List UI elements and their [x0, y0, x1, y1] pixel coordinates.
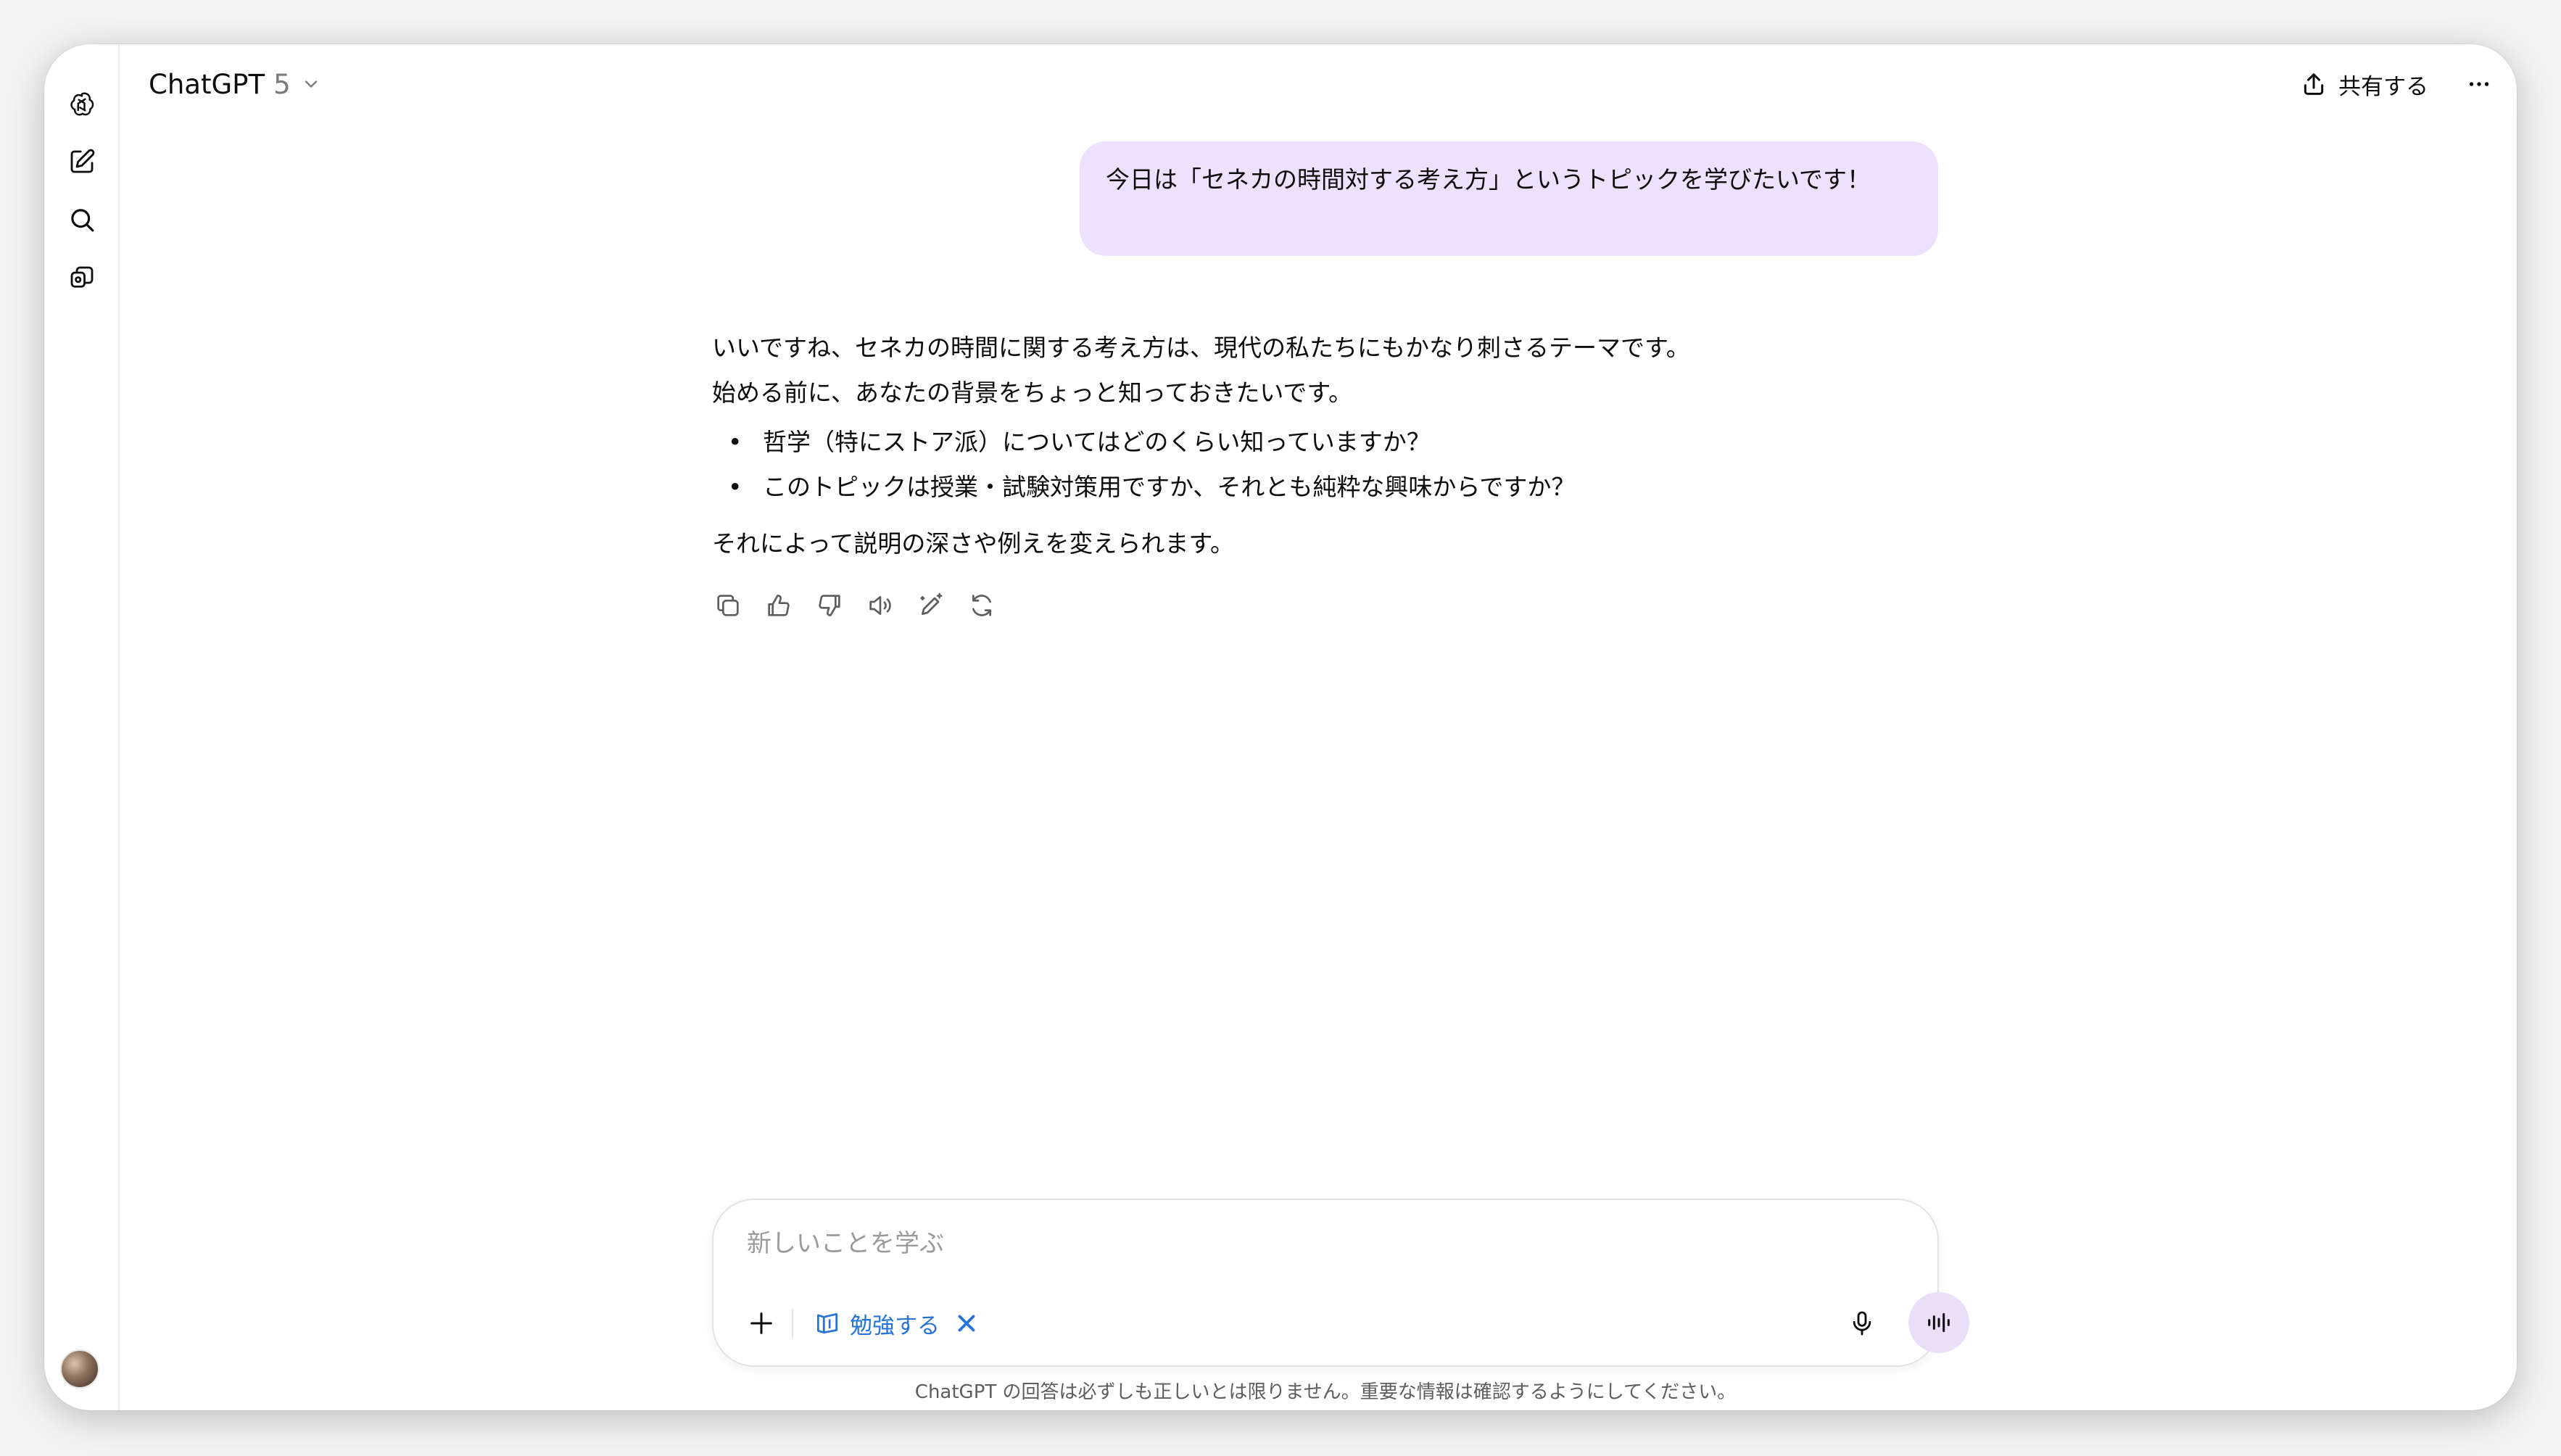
add-attachment-button[interactable] [741, 1303, 782, 1344]
library-icon[interactable] [63, 259, 101, 297]
app-window: ChatGPT 5 共有する 今日は「セネカの時間対する考え方」というトピックを… [44, 44, 2517, 1410]
message-actions [712, 590, 998, 621]
thumbs-up-button[interactable] [763, 590, 795, 621]
sidebar [44, 44, 120, 1410]
user-message: 今日は「セネカの時間対する考え方」というトピックを学びたいです！ [1080, 141, 1938, 256]
search-icon[interactable] [63, 201, 101, 239]
study-chip-close-button[interactable] [953, 1310, 980, 1337]
assistant-message: いいですね、セネカの時間に関する考え方は、現代の私たちにもかなり刺さるテーマです… [712, 326, 1872, 566]
copy-button[interactable] [712, 590, 744, 621]
avatar[interactable] [60, 1349, 99, 1389]
model-selector[interactable]: ChatGPT 5 [149, 62, 321, 107]
assistant-paragraph: 始める前に、あなたの背景をちょっと知っておきたいです。 [712, 379, 1353, 407]
read-aloud-button[interactable] [864, 590, 896, 621]
close-icon [958, 1315, 975, 1332]
disclaimer-text: ChatGPT の回答は必ずしも正しいとは限りません。重要な情報は確認するように… [914, 1381, 1737, 1403]
message-input[interactable]: 新しいことを学ぶ [747, 1223, 944, 1259]
share-label: 共有する [2338, 73, 2428, 100]
message-composer: 新しいことを学ぶ 勉強する [712, 1199, 1969, 1367]
openai-logo-icon[interactable] [63, 86, 101, 124]
regenerate-icon [972, 595, 991, 616]
share-icon [2304, 73, 2324, 95]
list-item: 哲学（特にストア派）についてはどのくらい知っていますか？ [712, 420, 1872, 465]
regenerate-button[interactable] [966, 590, 998, 621]
read-aloud-icon [869, 596, 891, 615]
chevron-down-icon [305, 80, 317, 88]
thumbs-down-icon [819, 595, 840, 616]
assistant-paragraph: それによって説明の深さや例えを変えられます。 [712, 529, 1235, 558]
app-title: ChatGPT [149, 68, 265, 100]
assistant-paragraph: いいですね、セネカの時間に関する考え方は、現代の私たちにもかなり刺さるテーマです… [712, 334, 1690, 362]
more-horizontal-icon [2469, 82, 2489, 86]
composer-divider [792, 1309, 793, 1338]
list-item: このトピックは授業・試験対策用ですか、それとも純粋な興味からですか？ [712, 465, 1872, 510]
copy-icon [717, 595, 739, 616]
more-options-button[interactable] [2463, 68, 2495, 100]
study-chip-label: 勉強する [850, 1312, 940, 1339]
model-version: 5 [273, 68, 291, 100]
new-chat-icon[interactable] [63, 143, 101, 181]
thumbs-down-button[interactable] [814, 590, 845, 621]
study-mode-chip[interactable]: 勉強する [814, 1304, 980, 1342]
waveform-icon [1928, 1312, 1950, 1333]
user-message-text: 今日は「セネカの時間対する考え方」というトピックを学びたいです！ [1106, 165, 1871, 194]
voice-mode-button[interactable] [1908, 1292, 1969, 1353]
assistant-bullet-list: 哲学（特にストア派）についてはどのくらい知っていますか？ このトピックは授業・試… [712, 420, 1872, 510]
book-icon [816, 1312, 838, 1334]
edit-sparkle-icon [920, 592, 943, 615]
dictate-button[interactable] [1845, 1306, 1879, 1341]
microphone-icon [1853, 1311, 1871, 1336]
thumbs-up-icon [768, 595, 790, 616]
plus-icon [750, 1312, 772, 1334]
edit-response-button[interactable] [915, 590, 947, 621]
share-button[interactable]: 共有する [2299, 62, 2428, 107]
